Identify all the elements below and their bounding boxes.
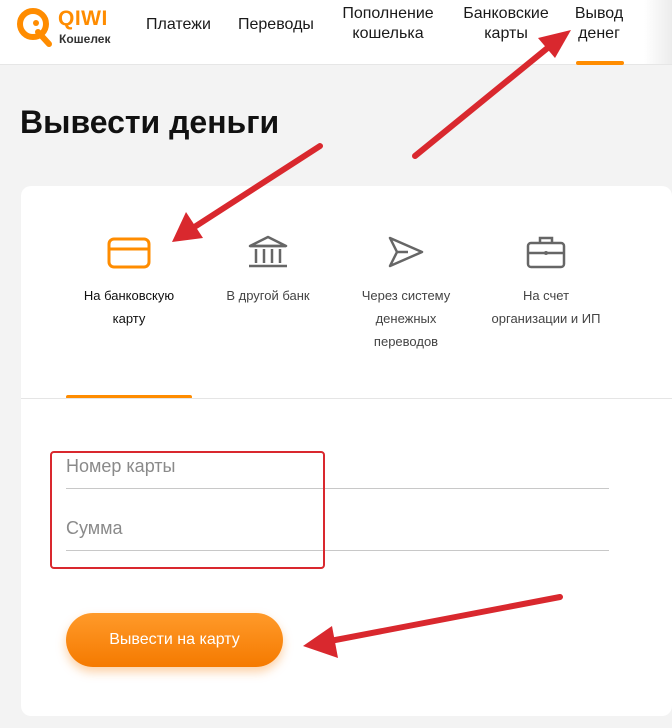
tab-company-account[interactable]: На счет организации и ИП [476,234,616,330]
nav-item-wallet-topup[interactable]: Пополнение кошелька [338,4,438,44]
tab-bank-card[interactable]: На банковскую карту [69,234,189,330]
tab-label: Через систему [361,288,451,303]
tab-label: переводов [373,334,439,349]
nav-label: Банковские [463,5,549,22]
withdraw-card: На банковскую карту В другой банк Через … [21,186,672,716]
tab-label: карту [112,311,146,326]
tab-money-transfer-system[interactable]: Через систему денежных переводов [346,234,466,353]
nav-active-indicator [576,61,624,65]
qiwi-logo[interactable]: QIWI Кошелек [16,6,116,50]
nav-item-bank-cards[interactable]: Банковские карты [458,4,554,44]
logo-brand: QIWI [58,7,108,30]
nav-item-payments[interactable]: Платежи [146,15,211,35]
bank-icon [248,235,288,268]
nav-label: Вывод [574,5,624,22]
tab-other-bank[interactable]: В другой банк [208,234,328,307]
nav-label: Переводы [238,16,314,33]
nav-item-transfers[interactable]: Переводы [238,15,314,35]
qiwi-logo-icon [17,8,52,47]
header-scroll-fade [644,0,672,64]
top-header: QIWI Кошелек Платежи Переводы Пополнение… [0,0,672,65]
tab-label: В другой банк [226,288,310,303]
withdraw-to-card-button[interactable]: Вывести на карту [66,613,283,667]
credit-card-icon [107,237,151,269]
nav-label: Пополнение [342,5,434,22]
card-number-input[interactable] [66,444,609,489]
nav-label: кошелька [352,25,424,42]
tab-label: На счет [522,288,570,303]
tab-label: денежных [375,311,437,326]
page-title: Вывести деньги [20,104,280,140]
tab-label: На банковскую [83,288,175,303]
logo-subtitle: Кошелек [59,32,111,46]
nav-label: денег [578,25,620,42]
tab-label: организации и ИП [491,311,601,326]
paper-plane-icon [388,236,424,268]
nav-label: карты [484,25,528,42]
amount-input[interactable] [66,506,609,551]
nav-item-withdraw[interactable]: Вывод денег [568,4,630,44]
briefcase-icon [526,236,566,269]
tabs-divider [21,398,672,399]
nav-label: Платежи [146,16,211,33]
